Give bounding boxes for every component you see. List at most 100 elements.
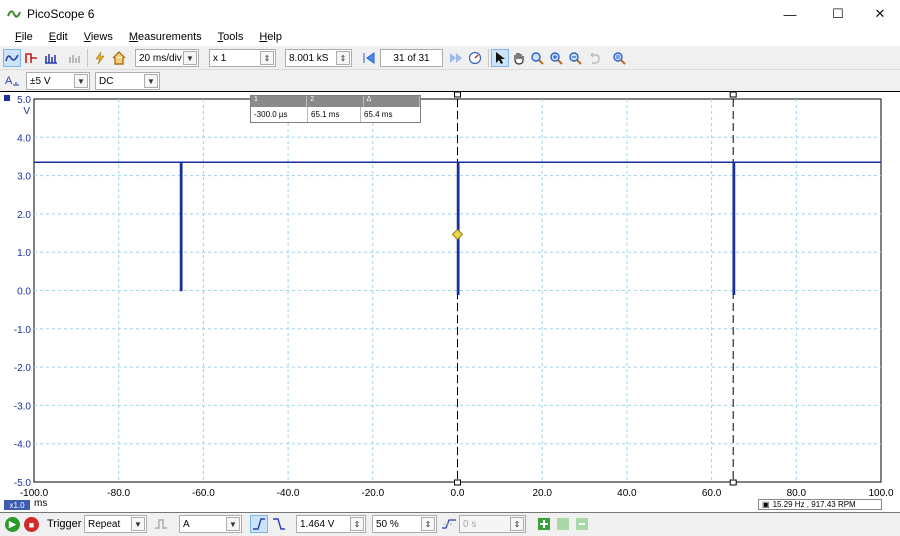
persistence-mode-icon[interactable] bbox=[23, 49, 41, 67]
trigger-level-input[interactable]: 1.464 V ⇕ bbox=[296, 515, 366, 533]
serial-decode-icon[interactable] bbox=[66, 49, 84, 67]
chevron-down-icon: ▼ bbox=[131, 517, 145, 531]
x-tick-label: -40.0 bbox=[277, 488, 300, 499]
axis-zoom-badge[interactable]: x1.0 bbox=[4, 500, 30, 510]
window-title: PicoScope 6 bbox=[27, 7, 95, 21]
menu-views[interactable]: Views bbox=[76, 31, 121, 43]
x-tick-label: -20.0 bbox=[361, 488, 384, 499]
rulers-icon: ▣ bbox=[762, 500, 770, 509]
ruler-2-header: 2 bbox=[307, 96, 364, 107]
add-measurement-icon[interactable] bbox=[535, 515, 553, 533]
start-icon[interactable]: ▶ bbox=[5, 517, 20, 532]
chevron-down-icon: ▼ bbox=[144, 74, 158, 88]
spectrum-mode-icon[interactable] bbox=[42, 49, 60, 67]
x-axis-unit: ms bbox=[34, 498, 48, 509]
stepper-icon: ⇕ bbox=[421, 517, 435, 531]
scope-mode-icon[interactable] bbox=[3, 49, 21, 67]
ruler-delta-value: 65.4 ms bbox=[364, 110, 393, 119]
stop-icon[interactable]: ■ bbox=[24, 517, 39, 532]
ruler-1-value: -300.0 µs bbox=[251, 107, 308, 122]
frequency-readout: ▣ 15.29 Hz , 917.43 RPM bbox=[758, 499, 882, 510]
y-tick-label: 2.0 bbox=[17, 210, 31, 221]
trigger-delay-input[interactable]: 0 s ⇕ bbox=[459, 515, 526, 533]
x-tick-label: 40.0 bbox=[617, 488, 637, 499]
ruler-delta-header: Δ bbox=[364, 96, 420, 107]
y-tick-label: 4.0 bbox=[17, 133, 31, 144]
edit-measurement-icon[interactable] bbox=[554, 515, 572, 533]
x-tick-label: 100.0 bbox=[868, 488, 893, 499]
x-tick-label: -60.0 bbox=[192, 488, 215, 499]
y-tick-label: -4.0 bbox=[14, 440, 32, 451]
y-axis-unit: V bbox=[23, 106, 30, 117]
zoom-out-icon[interactable] bbox=[566, 49, 584, 67]
stepper-icon: ⇕ bbox=[260, 51, 274, 65]
first-buffer-icon[interactable] bbox=[360, 49, 378, 67]
chevron-down-icon: ▼ bbox=[183, 51, 197, 65]
menu-bar: File Edit Views Measurements Tools Help bbox=[0, 28, 900, 46]
advanced-trigger-icon[interactable] bbox=[152, 515, 170, 533]
y-tick-label: 1.0 bbox=[17, 248, 31, 259]
timebase-select[interactable]: 20 ms/div ▼ bbox=[135, 49, 199, 67]
separator bbox=[87, 49, 88, 67]
samples-select[interactable]: 8.001 kS ⇕ bbox=[285, 49, 352, 67]
zoom-in-icon[interactable] bbox=[547, 49, 565, 67]
scope-graph[interactable]: 5.04.03.02.01.00.0-1.0-2.0-3.0-4.0-5.0V-… bbox=[0, 92, 900, 512]
stepper-icon: ⇕ bbox=[350, 517, 364, 531]
scope-view[interactable]: 5.0 4.0 3.0 2.0 1.0 0.0 -1.0 -2.0 -3.0 -4.0 -5.0 V -… bbox=[0, 91, 900, 513]
separator bbox=[488, 49, 489, 67]
coupling-select[interactable]: DC ▼ bbox=[95, 72, 160, 90]
auto-setup-icon[interactable] bbox=[91, 49, 109, 67]
menu-measurements[interactable]: Measurements bbox=[121, 31, 210, 43]
channel-options-icon[interactable]: A bbox=[3, 71, 21, 89]
x-tick-label: 80.0 bbox=[787, 488, 807, 499]
next-buffer-icon[interactable] bbox=[447, 49, 465, 67]
close-button[interactable]: ✕ bbox=[858, 0, 900, 28]
menu-tools[interactable]: Tools bbox=[210, 31, 252, 43]
stepper-icon: ⇕ bbox=[336, 51, 350, 65]
hand-tool-icon[interactable] bbox=[510, 49, 528, 67]
ruler-2-value: 65.1 ms bbox=[308, 107, 361, 122]
ruler-handle-top bbox=[729, 92, 737, 98]
main-toolbar: 20 ms/div ▼ x 1 ⇕ 8.001 kS ⇕ 31 of 31 bbox=[0, 46, 900, 70]
rising-edge-icon[interactable] bbox=[250, 515, 268, 533]
y-tick-label: -2.0 bbox=[14, 363, 32, 374]
trigger-source-select[interactable]: A ▼ bbox=[179, 515, 242, 533]
pointer-tool-icon[interactable] bbox=[491, 49, 509, 67]
zoom-select[interactable]: x 1 ⇕ bbox=[209, 49, 276, 67]
ruler-legend[interactable]: 1 2 Δ -300.0 µs 65.1 ms 65.4 ms bbox=[250, 95, 421, 123]
chevron-down-icon: ▼ bbox=[226, 517, 240, 531]
trigger-mode-select[interactable]: Repeat ▼ bbox=[84, 515, 147, 533]
stepper-icon: ⇕ bbox=[510, 517, 524, 531]
falling-edge-icon[interactable] bbox=[270, 515, 288, 533]
y-tick-label: 3.0 bbox=[17, 172, 31, 183]
home-icon[interactable] bbox=[110, 49, 128, 67]
zoom-region-icon[interactable] bbox=[528, 49, 546, 67]
y-tick-label: 5.0 bbox=[17, 95, 31, 106]
y-tick-label: 0.0 bbox=[17, 287, 31, 298]
ruler-1-header: 1 bbox=[251, 96, 308, 107]
channel-a-marker bbox=[4, 95, 10, 101]
buffer-navigator[interactable]: 31 of 31 bbox=[380, 49, 443, 67]
ruler-handle-bottom bbox=[729, 479, 737, 486]
delete-measurement-icon[interactable] bbox=[573, 515, 591, 533]
picoscope-app-icon bbox=[7, 10, 21, 18]
range-select[interactable]: ±5 V ▼ bbox=[26, 72, 90, 90]
menu-edit[interactable]: Edit bbox=[41, 31, 76, 43]
channel-toolbar: A ±5 V ▼ DC ▼ bbox=[0, 70, 900, 91]
menu-help[interactable]: Help bbox=[251, 31, 290, 43]
y-tick-label: -1.0 bbox=[14, 325, 32, 336]
x-tick-label: -80.0 bbox=[107, 488, 130, 499]
undo-zoom-icon[interactable] bbox=[585, 49, 603, 67]
svg-text:A: A bbox=[5, 75, 13, 87]
zoom-to-fit-icon[interactable] bbox=[610, 49, 628, 67]
pretrigger-input[interactable]: 50 % ⇕ bbox=[372, 515, 437, 533]
x-tick-label: 20.0 bbox=[532, 488, 552, 499]
minimize-button[interactable]: — bbox=[768, 0, 812, 28]
menu-file[interactable]: File bbox=[7, 31, 41, 43]
buffer-overview-icon[interactable] bbox=[466, 49, 484, 67]
post-trigger-delay-icon[interactable] bbox=[440, 515, 458, 533]
trigger-toolbar: ▶ ■ Trigger Repeat ▼ A ▼ 1.464 V ⇕ 50 % ⇕ 0 … bbox=[0, 513, 900, 536]
chevron-down-icon: ▼ bbox=[74, 74, 88, 88]
maximize-button[interactable]: ☐ bbox=[816, 0, 860, 28]
y-tick-label: -3.0 bbox=[14, 401, 32, 412]
